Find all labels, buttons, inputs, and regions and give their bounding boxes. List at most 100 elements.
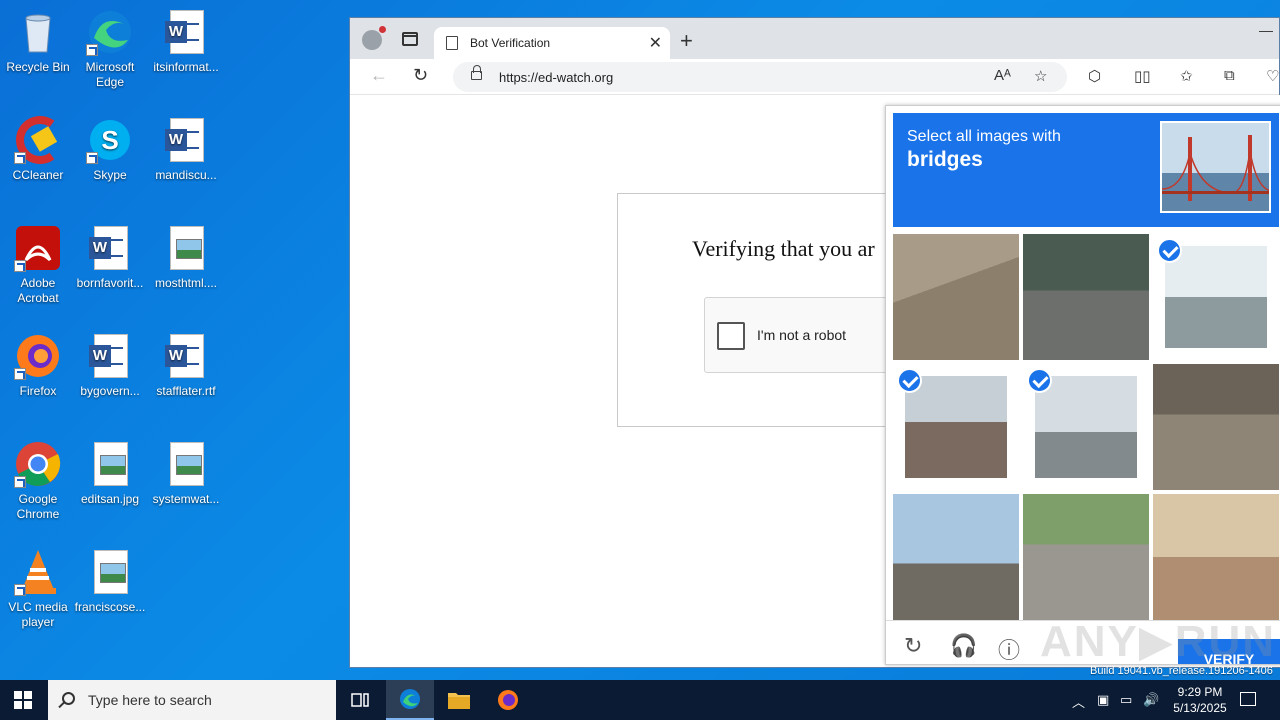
desktop-icon-mandiscu[interactable]: mandiscu... [148, 116, 224, 183]
desktop-icon-bygovern[interactable]: bygovern... [72, 332, 148, 399]
taskbar-file-explorer[interactable] [435, 680, 483, 720]
extensions-icon[interactable]: ⬡ [1088, 67, 1101, 85]
franciscose-icon [86, 548, 134, 596]
shortcut-arrow-icon [14, 260, 26, 272]
captcha-target: bridges [907, 148, 983, 171]
captcha-tile[interactable] [1023, 364, 1149, 490]
stafflater-icon [162, 332, 210, 380]
desktop-icon-label: franciscose... [74, 600, 146, 614]
tray-device-icon[interactable]: ▣ [1097, 692, 1109, 708]
desktop-icon-stafflater[interactable]: stafflater.rtf [148, 332, 224, 399]
search-placeholder: Type here to search [88, 692, 212, 708]
desktop-icon-adobe-acrobat[interactable]: Adobe Acrobat [0, 224, 76, 306]
desktop-icon-firefox[interactable]: Firefox [0, 332, 76, 399]
page-content: Verifying that you ar I'm not a robot Se… [351, 95, 1280, 667]
back-button[interactable]: ← [370, 65, 388, 86]
captcha-tile-image [1153, 494, 1279, 620]
desktop-icon-itsinformat[interactable]: itsinformat... [148, 8, 224, 75]
tab-bot-verification[interactable]: Bot Verification ✕ [434, 27, 670, 59]
browser-essentials-icon[interactable]: ♡ [1266, 67, 1279, 85]
read-aloud-icon[interactable]: Aᴬ [994, 67, 1011, 84]
address-bar[interactable]: https://ed-watch.org [453, 62, 1067, 92]
favorite-star-icon[interactable]: ☆ [1034, 67, 1047, 85]
desktop-icon-label: stafflater.rtf [156, 384, 216, 398]
google-chrome-icon [14, 440, 62, 488]
desktop-icon-microsoft-edge[interactable]: Microsoft Edge [72, 8, 148, 90]
captcha-tile-image [1035, 376, 1137, 478]
desktop-icon-franciscose[interactable]: franciscose... [72, 548, 148, 615]
desktop-icon-label: Firefox [19, 384, 57, 398]
start-button[interactable] [14, 691, 32, 709]
lock-icon [471, 65, 482, 80]
tray-chevron-icon[interactable]: ︿ [1072, 692, 1085, 711]
desktop-icon-systemwat[interactable]: systemwat... [148, 440, 224, 507]
captcha-tile-image [893, 494, 1019, 620]
desktop-icon-label: itsinformat... [153, 60, 219, 74]
shortcut-arrow-icon [86, 44, 98, 56]
minimize-button[interactable]: — [1259, 22, 1273, 38]
captcha-tile[interactable] [1023, 234, 1149, 360]
bridge-example-image [1160, 121, 1271, 213]
captcha-tile-image [893, 234, 1019, 360]
favorites-icon[interactable]: ✩ [1180, 67, 1193, 85]
desktop-icon-recycle-bin[interactable]: Recycle Bin [0, 8, 76, 75]
vlc-media-player-icon [14, 548, 62, 596]
captcha-tile[interactable] [1023, 494, 1149, 620]
taskbar-edge[interactable] [386, 680, 434, 720]
taskbar-search[interactable]: Type here to search [48, 680, 336, 720]
svg-text:S: S [101, 125, 118, 155]
network-icon[interactable]: ▭ [1120, 692, 1132, 708]
captcha-tile-image [1023, 234, 1149, 360]
captcha-tile-image [905, 376, 1007, 478]
desktop-icon-vlc-media-player[interactable]: VLC media player [0, 548, 76, 630]
split-screen-icon[interactable]: ▯▯ [1134, 67, 1151, 85]
desktop-icon-skype[interactable]: S Skype [72, 116, 148, 183]
desktop-icon-label: Adobe Acrobat [17, 276, 59, 305]
desktop-icon-ccleaner[interactable]: CCleaner [0, 116, 76, 183]
shortcut-arrow-icon [14, 584, 26, 596]
volume-icon[interactable]: 🔊 [1143, 692, 1159, 708]
captcha-tile-image [1023, 494, 1149, 620]
taskbar-clock[interactable]: 9:29 PM 5/13/2025 [1160, 684, 1240, 716]
desktop-icon-label: mandiscu... [155, 168, 217, 182]
captcha-tile-image [1153, 364, 1279, 490]
tile-selected-check-icon [1027, 368, 1052, 393]
reload-challenge-icon[interactable]: ↻ [904, 633, 922, 659]
systemwat-icon [162, 440, 210, 488]
desktop-icon-bornfavorit[interactable]: bornfavorit... [72, 224, 148, 291]
info-icon[interactable]: ⓘ [998, 633, 1020, 664]
captcha-tile-image [1165, 246, 1267, 348]
notifications-icon[interactable] [1240, 692, 1256, 706]
build-text: Build 19041.vb_release.191206-1406 [1090, 665, 1273, 677]
audio-challenge-icon[interactable]: 🎧 [950, 633, 977, 659]
profile-icon[interactable] [362, 26, 386, 50]
verify-heading: Verifying that you ar [692, 236, 875, 261]
desktop-icon-label: mosthtml.... [154, 276, 217, 290]
mosthtml-icon [162, 224, 210, 272]
new-tab-button[interactable]: + [680, 28, 693, 54]
tab-close-icon[interactable]: ✕ [649, 33, 662, 53]
captcha-tile[interactable] [893, 234, 1019, 360]
captcha-tile[interactable] [1153, 364, 1279, 490]
captcha-tile[interactable] [1153, 234, 1279, 360]
microsoft-edge-icon [86, 8, 134, 56]
task-view-button[interactable] [336, 680, 384, 720]
captcha-tile[interactable] [893, 494, 1019, 620]
tab-actions-icon[interactable] [402, 32, 418, 46]
captcha-tile[interactable] [1153, 494, 1279, 620]
bornfavorit-icon [86, 224, 134, 272]
collections-icon[interactable]: ⧉ [1224, 67, 1235, 84]
desktop-icon-label: Microsoft Edge [85, 60, 135, 89]
desktop-icon-label: bornfavorit... [76, 276, 144, 290]
reload-button[interactable]: ↻ [413, 65, 428, 86]
not-robot-checkbox[interactable] [717, 322, 745, 350]
firefox-icon [14, 332, 62, 380]
desktop-icon-google-chrome[interactable]: Google Chrome [0, 440, 76, 522]
desktop-icon-label: editsan.jpg [80, 492, 140, 506]
shortcut-arrow-icon [86, 152, 98, 164]
captcha-tile[interactable] [893, 364, 1019, 490]
desktop-icon-editsan[interactable]: editsan.jpg [72, 440, 148, 507]
browser-toolbar: ← ↻ https://ed-watch.org Aᴬ ☆ ⬡ ▯▯ ✩ ⧉ ♡ [350, 59, 1279, 95]
desktop-icon-mosthtml[interactable]: mosthtml.... [148, 224, 224, 291]
taskbar-firefox[interactable] [484, 680, 532, 720]
